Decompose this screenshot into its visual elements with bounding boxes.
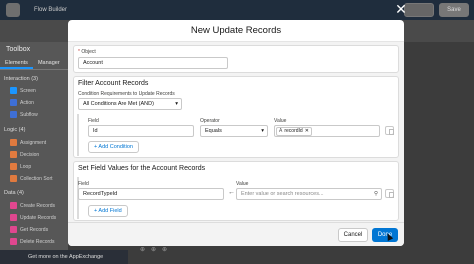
search-icon: ⚲	[373, 191, 378, 197]
tool-get-records[interactable]: Get Records	[10, 226, 48, 233]
chevron-down-icon: ▾	[175, 101, 178, 107]
delete-condition-icon[interactable]	[385, 126, 394, 135]
tab-elements[interactable]: Elements	[0, 58, 33, 69]
toolbar-button[interactable]	[404, 3, 434, 17]
cancel-button[interactable]: Cancel	[338, 228, 368, 242]
modal-body: * Object Account Filter Account Records …	[68, 42, 404, 222]
tool-assignment[interactable]: Assignment	[10, 139, 46, 146]
tool-collection-sort[interactable]: Collection Sort	[10, 175, 53, 182]
tool-delete-records[interactable]: Delete Records	[10, 238, 54, 245]
set-field-label: Field	[78, 181, 89, 187]
condition-select[interactable]: All Conditions Are Met (AND) ▾	[78, 98, 182, 110]
remove-pill-icon[interactable]: ✕	[305, 128, 309, 135]
tool-subflow[interactable]: Subflow	[10, 111, 38, 118]
tool-decision[interactable]: Decision	[10, 151, 39, 158]
update-records-modal: New Update Records * Object Account Filt…	[68, 20, 404, 246]
filter-field-input[interactable]: Id	[88, 125, 194, 137]
toolbox-panel: Toolbox Elements Manager Interaction (3)…	[0, 42, 68, 264]
set-value-label: Value	[236, 181, 249, 187]
tool-screen[interactable]: Screen	[10, 87, 36, 94]
app-logo	[6, 3, 20, 17]
save-button[interactable]: Save	[439, 3, 469, 17]
condition-row-bar	[77, 114, 79, 156]
tool-loop[interactable]: Loop	[10, 163, 31, 170]
operator-select[interactable]: Equals ▾	[200, 125, 268, 137]
section-data[interactable]: Data (4)	[4, 190, 24, 196]
add-condition-button[interactable]: + Add Condition	[88, 141, 139, 153]
condition-label: Condition Requirements to Update Records	[78, 91, 175, 97]
set-fields-card: Set Field Values for the Account Records…	[73, 161, 399, 221]
filter-card: Filter Account Records Condition Require…	[73, 76, 399, 158]
value-pill[interactable]: A recordId ✕	[276, 126, 312, 136]
modal-title: New Update Records	[68, 20, 404, 42]
tool-update-records[interactable]: Update Records	[10, 214, 56, 221]
modal-footer: Cancel Done	[68, 222, 404, 246]
set-field-input[interactable]: RecordTypeId	[78, 188, 224, 200]
field-label: Field	[88, 118, 99, 124]
add-field-button[interactable]: + Add Field	[88, 205, 128, 217]
tool-action[interactable]: Action	[10, 99, 34, 106]
filter-heading: Filter Account Records	[78, 80, 149, 87]
resource-icon: A	[279, 127, 283, 134]
value-label: Value	[274, 118, 287, 124]
toolbox-title: Toolbox	[6, 46, 31, 53]
object-label: * Object	[78, 49, 96, 55]
canvas-controls[interactable]: ⊕⊕⊕	[140, 246, 173, 253]
object-card: * Object Account	[73, 45, 399, 73]
set-value-input[interactable]: Enter value or search resources... ⚲	[236, 188, 382, 200]
delete-field-icon[interactable]	[385, 189, 394, 198]
tool-create-records[interactable]: Create Records	[10, 202, 55, 209]
object-input[interactable]: Account	[78, 57, 228, 69]
chevron-down-icon: ▾	[261, 128, 264, 134]
tab-manager[interactable]: Manager	[33, 58, 65, 69]
app-title: Flow Builder	[34, 7, 68, 13]
appexchange-link[interactable]: Get more on the AppExchange	[0, 250, 128, 264]
operator-label: Operator	[200, 118, 220, 124]
close-icon[interactable]: ✕	[394, 2, 408, 16]
arrow-left-icon: ←	[228, 189, 235, 196]
section-logic[interactable]: Logic (4)	[4, 127, 25, 133]
set-fields-heading: Set Field Values for the Account Records	[78, 165, 206, 172]
section-interaction[interactable]: Interaction (3)	[4, 76, 38, 82]
